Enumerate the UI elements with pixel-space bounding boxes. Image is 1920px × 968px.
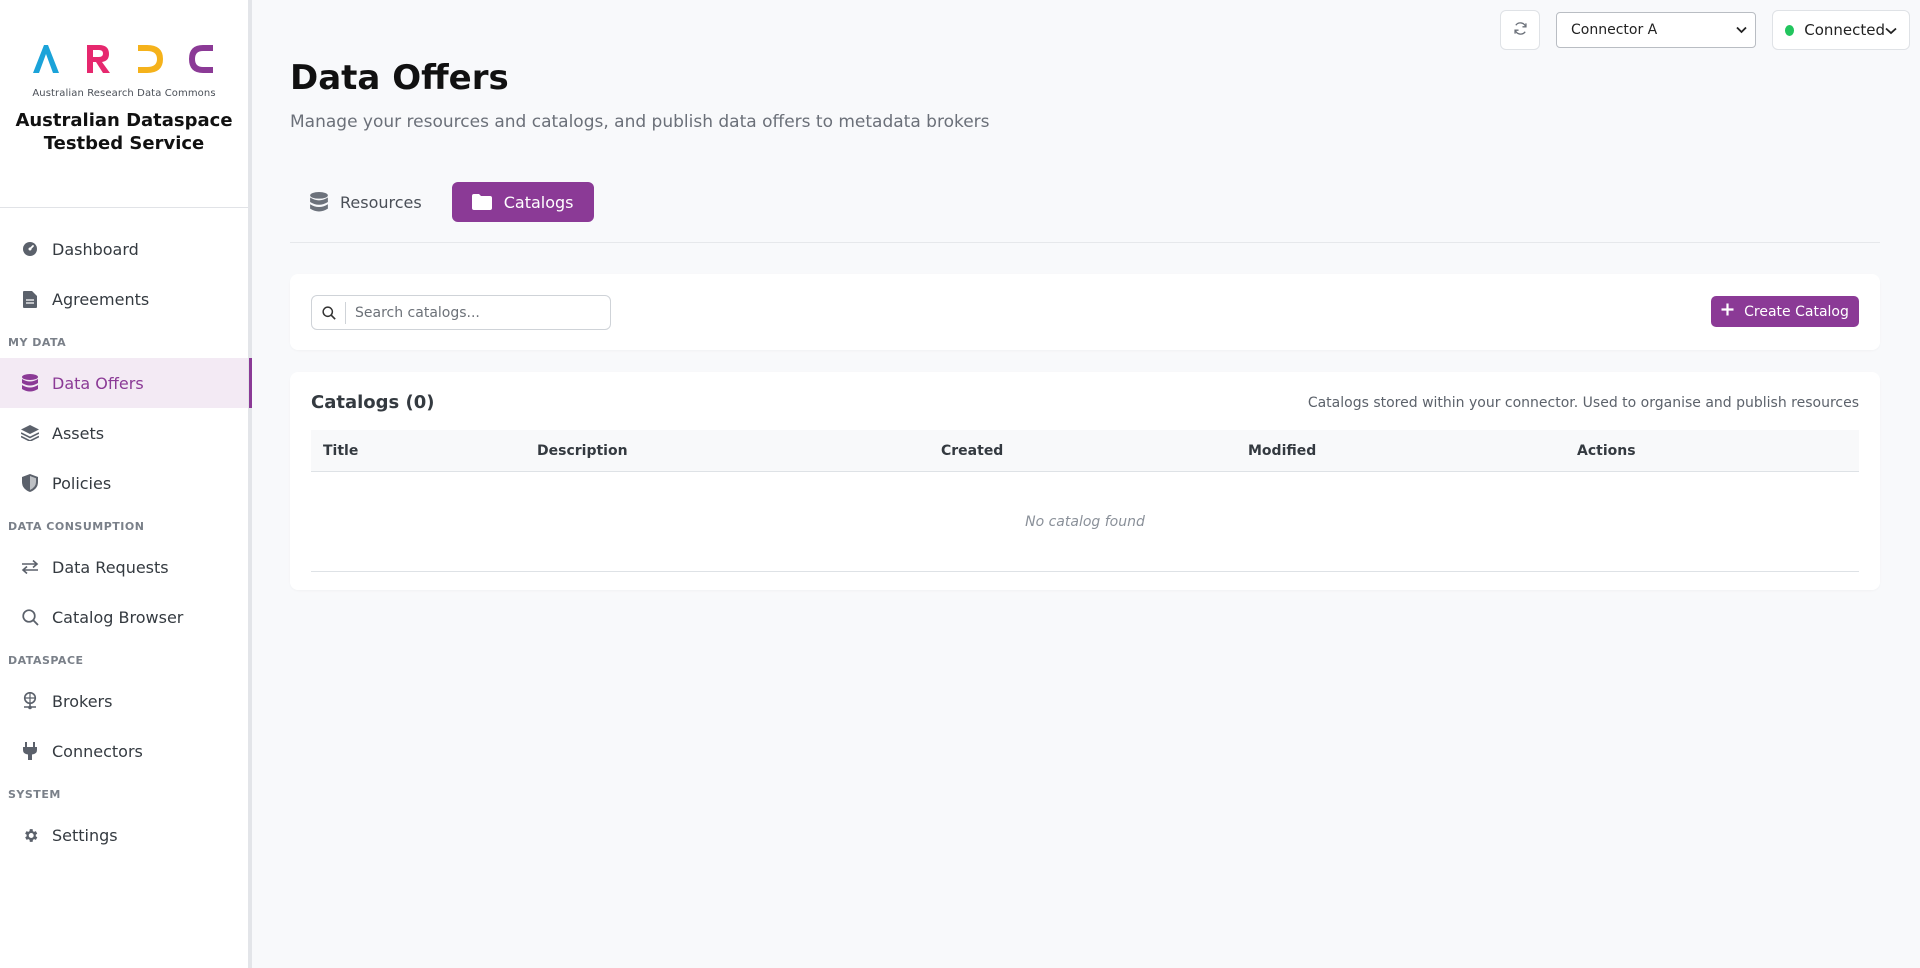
topbar: Connector A Connected (1500, 10, 1910, 50)
sidebar-item-policies[interactable]: Policies (0, 458, 248, 508)
sidebar-item-label: Connectors (52, 741, 143, 761)
sidebar-item-label: Data Offers (52, 373, 144, 393)
plus-icon (1721, 303, 1734, 320)
tab-label: Catalogs (503, 192, 574, 212)
brand-header: Australian Research Data Commons Austral… (0, 0, 248, 208)
nav-section-my-data: MY DATA (8, 336, 67, 349)
sidebar-item-settings[interactable]: Settings (0, 810, 248, 860)
tab-resources[interactable]: Resources (290, 182, 442, 222)
sidebar-item-data-requests[interactable]: Data Requests (0, 542, 248, 592)
app-title-line1: Australian Dataspace (15, 110, 233, 131)
table-header-row: Title Description Created Modified Actio… (311, 430, 1859, 472)
catalogs-table-card: Catalogs (0) Catalogs stored within your… (290, 372, 1880, 590)
logo-letter-a (33, 45, 59, 73)
network-icon (20, 691, 40, 711)
sidebar-item-brokers[interactable]: Brokers (0, 676, 248, 726)
column-header-created[interactable]: Created (941, 443, 1003, 459)
logo-subtitle: Australian Research Data Commons (32, 88, 216, 99)
ardc-logo[interactable] (29, 38, 219, 78)
sidebar-item-label: Data Requests (52, 557, 169, 577)
connector-select[interactable]: Connector A (1556, 12, 1756, 48)
sidebar: Australian Research Data Commons Austral… (0, 0, 252, 968)
tabs-divider (290, 242, 1880, 243)
catalog-toolbar: Create Catalog (290, 274, 1880, 350)
refresh-button[interactable] (1500, 10, 1540, 50)
nav-section-system: SYSTEM (8, 788, 61, 801)
nav-section-data-consumption: DATA CONSUMPTION (8, 520, 145, 533)
sidebar-item-label: Catalog Browser (52, 607, 184, 627)
chevron-down-icon (1736, 22, 1747, 38)
search-icon (312, 301, 346, 324)
logo-letter-r (87, 45, 110, 73)
gear-icon (20, 825, 40, 845)
page-title: Data Offers (290, 58, 509, 98)
column-header-title[interactable]: Title (323, 443, 358, 459)
database-icon (20, 373, 40, 393)
sidebar-item-connectors[interactable]: Connectors (0, 726, 248, 776)
tab-label: Resources (340, 192, 422, 212)
search-input[interactable] (346, 304, 596, 321)
sidebar-item-label: Assets (52, 423, 105, 443)
sidebar-item-label: Settings (52, 825, 118, 845)
plug-icon (20, 741, 40, 761)
sidebar-item-label: Dashboard (52, 239, 139, 259)
search-icon (20, 607, 40, 627)
logo-letter-d (138, 45, 163, 73)
sidebar-item-label: Brokers (52, 691, 113, 711)
sidebar-item-label: Agreements (52, 289, 150, 309)
sidebar-nav: Dashboard Agreements MY DATA Data Offers… (0, 208, 252, 860)
app-title-line2: Testbed Service (43, 133, 205, 154)
sidebar-item-agreements[interactable]: Agreements (0, 274, 248, 324)
table-empty-row: No catalog found (311, 472, 1859, 572)
search-box (311, 295, 611, 330)
create-catalog-label: Create Catalog (1744, 303, 1849, 320)
tabs: Resources Catalogs (290, 182, 594, 222)
sidebar-item-label: Policies (52, 473, 112, 493)
page-subtitle: Manage your resources and catalogs, and … (290, 112, 990, 132)
status-label: Connected (1804, 21, 1885, 39)
connection-status-dropdown[interactable]: Connected (1772, 10, 1910, 50)
sidebar-item-data-offers[interactable]: Data Offers (0, 358, 252, 408)
refresh-icon (1513, 21, 1528, 40)
sidebar-item-catalog-browser[interactable]: Catalog Browser (0, 592, 248, 642)
arrows-exchange-icon (20, 557, 40, 577)
create-catalog-button[interactable]: Create Catalog (1711, 296, 1859, 327)
shield-icon (20, 473, 40, 493)
table-description: Catalogs stored within your connector. U… (1307, 395, 1859, 411)
column-header-modified[interactable]: Modified (1248, 443, 1316, 459)
document-icon (20, 289, 40, 309)
column-header-description[interactable]: Description (537, 443, 628, 459)
column-header-actions: Actions (1577, 443, 1636, 459)
chevron-down-icon (1885, 21, 1897, 39)
folder-icon (471, 194, 492, 210)
connector-select-value: Connector A (1571, 22, 1658, 38)
nav-section-dataspace: DATASPACE (8, 654, 84, 667)
app-title: Australian Dataspace Testbed Service (15, 109, 232, 155)
sidebar-item-assets[interactable]: Assets (0, 408, 248, 458)
logo-letter-c (189, 45, 213, 73)
layers-icon (20, 423, 40, 443)
gauge-icon (20, 239, 40, 259)
table-title: Catalogs (0) (311, 392, 435, 413)
sidebar-item-dashboard[interactable]: Dashboard (0, 224, 248, 274)
tab-catalogs[interactable]: Catalogs (451, 182, 594, 222)
status-dot-icon (1785, 24, 1795, 36)
database-icon (310, 192, 328, 212)
